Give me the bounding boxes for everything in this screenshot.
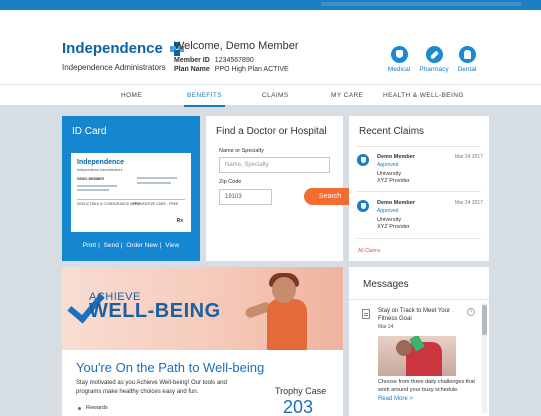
recent-claims-panel: Recent Claims Demo Member Mar 24 2017 Ap… [349, 116, 489, 261]
document-icon [362, 309, 370, 319]
mini-card-line [77, 189, 109, 191]
shield-icon [390, 46, 408, 63]
id-card-panel: ID Card Independence Independence Admini… [62, 116, 200, 261]
mini-card-line [77, 185, 117, 187]
claim-member: Demo Member [377, 200, 415, 206]
claims-divider [357, 238, 481, 239]
claim-date: Mar 24 2017 [454, 200, 483, 206]
main-nav: HOME BENEFITS CLAIMS MY CARE HEALTH & WE… [0, 84, 541, 107]
runner-photo-head [272, 277, 296, 303]
logo[interactable]: Independence [62, 40, 185, 58]
claim-status: Approved [377, 162, 399, 168]
plan-name-row: Plan Name PPO High Plan ACTIVE [174, 66, 289, 73]
recent-claims-title: Recent Claims [359, 126, 425, 137]
mini-card-line [137, 182, 171, 184]
scrollbar-thumb[interactable] [482, 305, 487, 335]
nav-claims[interactable]: CLAIMS [262, 85, 289, 106]
mini-card-line [137, 177, 177, 179]
wellbeing-description: Stay motivated as you Achieve Well-being… [76, 380, 227, 395]
plan-name-value: PPO High Plan ACTIVE [214, 66, 289, 73]
wellbeing-hero-banner[interactable]: ACHIEVE WELL-BEING [62, 267, 343, 350]
close-icon[interactable]: × [467, 308, 475, 316]
nav-benefits[interactable]: BENEFITS [184, 85, 225, 107]
plan-name-label: Plan Name [174, 66, 210, 73]
rewards-link[interactable]: Rewards [78, 405, 108, 411]
mini-card-divider [77, 199, 185, 200]
claim-member: Demo Member [377, 154, 415, 160]
messages-panel: Messages Stay on Track to Meet Your Fitn… [349, 267, 489, 416]
trophy-case-label: Trophy Case [275, 386, 327, 396]
member-id-row: Member ID 1234567890 [174, 57, 254, 64]
site-header: Independence Independence Administrators… [0, 10, 541, 84]
runner-photo-body [267, 299, 307, 350]
tooth-icon [458, 46, 476, 63]
photo-head [396, 340, 412, 356]
top-strip-links [321, 2, 521, 6]
id-card-title: ID Card [72, 126, 107, 137]
mini-card-note: DEDUCTIBLE & COINSURANCE APPLY [77, 202, 142, 206]
mini-card-subtitle: Independence Administrators [77, 168, 123, 172]
mini-card-logo: Independence [77, 159, 125, 166]
claims-divider [357, 191, 481, 192]
claims-divider [357, 146, 481, 147]
id-card-actions: Print | Send | Order New | View [82, 242, 180, 249]
id-card-view-link[interactable]: View [165, 242, 179, 249]
claim-provider: XYZ Provider [377, 224, 410, 230]
find-doctor-title: Find a Doctor or Hospital [216, 126, 327, 137]
claim-status: Approved [377, 208, 399, 214]
id-card-image[interactable]: Independence Independence Administrators… [71, 153, 191, 232]
claim-provider: University [377, 171, 402, 177]
rx-badge: Rx [176, 218, 183, 224]
claim-date: Mar 24 2017 [454, 154, 483, 160]
quick-link-dental[interactable]: Dental [442, 46, 492, 73]
id-card-print-link[interactable]: Print [83, 242, 96, 249]
name-specialty-input[interactable]: Name, Specialty [219, 157, 330, 173]
nav-my-care[interactable]: MY CARE [331, 85, 363, 106]
quick-link-label: Dental [457, 66, 477, 73]
all-claims-link[interactable]: All Claims [358, 248, 380, 254]
messages-scrollbar[interactable] [482, 303, 487, 413]
name-specialty-label: Name or Specialty [219, 148, 264, 154]
wellbeing-headline: You're On the Path to Well-being [76, 360, 265, 375]
nav-home[interactable]: HOME [121, 85, 142, 106]
claim-shield-icon [357, 154, 369, 166]
id-card-order-link[interactable]: Order New [126, 242, 157, 249]
zip-code-input[interactable]: 19103 [219, 189, 272, 205]
messages-title: Messages [363, 279, 409, 290]
welcome-message: Welcome, Demo Member [174, 40, 299, 52]
claim-provider: XYZ Provider [377, 178, 410, 184]
pill-icon [425, 46, 443, 63]
message-photo [378, 336, 456, 376]
messages-divider [349, 299, 489, 300]
member-id-value: 1234567890 [214, 57, 254, 64]
mini-card-note: PREVENTIVE CARE - FREE [133, 202, 179, 206]
zip-code-label: Zip Code [219, 179, 242, 185]
mini-card-member: DEMO MEMBER [77, 177, 105, 181]
message-title[interactable]: Stay on Track to Meet Your Fitness Goal [378, 308, 458, 323]
claim-provider: University [377, 217, 402, 223]
trophy-count[interactable]: 203 [283, 397, 313, 416]
member-id-label: Member ID [174, 57, 210, 64]
wellbeing-word: WELL-BEING [89, 300, 221, 322]
message-date: Mar 24 [378, 324, 394, 330]
id-card-send-link[interactable]: Send [104, 242, 119, 249]
message-body: Choose from three daily challenges that … [378, 379, 475, 393]
top-strip [0, 0, 541, 10]
read-more-link[interactable]: Read More > [378, 396, 413, 402]
nav-health-wellbeing[interactable]: HEALTH & WELL-BEING [383, 85, 464, 106]
logo-subtitle: Independence Administrators [62, 63, 166, 72]
logo-wordmark: Independence [62, 40, 163, 58]
wellbeing-panel: ACHIEVE WELL-BEING You're On the Path to… [62, 267, 343, 416]
claim-shield-icon [357, 200, 369, 212]
